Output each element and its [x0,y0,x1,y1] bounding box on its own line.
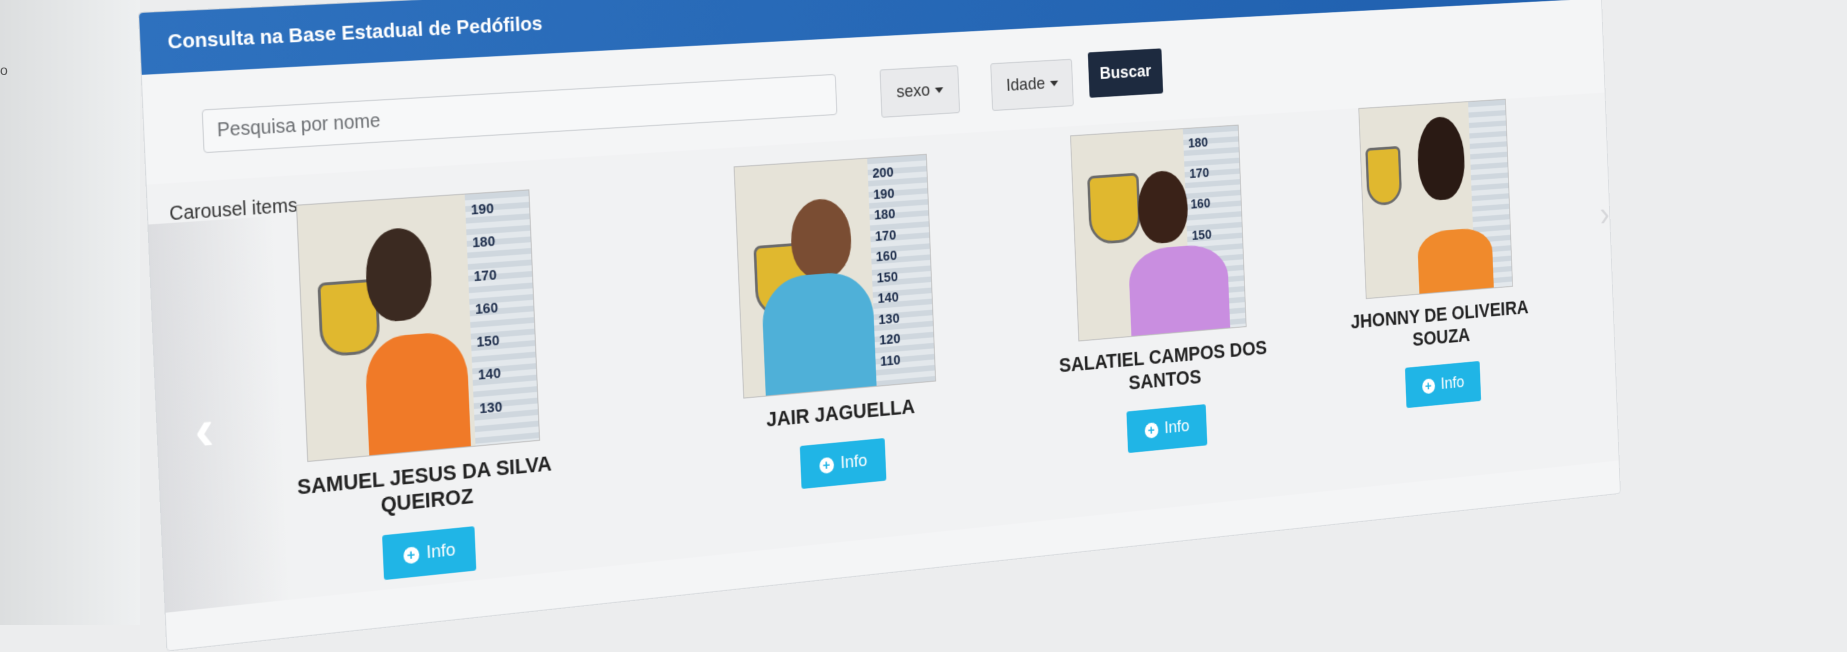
mugshot-photo: 200 190 180 170 160 150 140 130 120 110 [733,154,935,399]
scale-mark: 130 [878,310,900,327]
scale-mark: 180 [1188,135,1208,152]
caret-down-icon [935,87,944,93]
info-button-label: Info [840,451,868,474]
results-carousel: Carousel items ‹ › 190 180 170 160 150 140 130… [147,93,1619,613]
person-head [1137,169,1189,245]
height-scale: 190 180 170 160 150 140 130 [465,190,539,445]
scale-mark: 170 [875,227,897,244]
stray-mark: o [0,62,8,78]
idade-dropdown[interactable]: Idade [990,59,1073,111]
scale-mark: 110 [880,352,901,369]
person-name: SAMUEL JESUS DA SILVA QUEIROZ [276,449,574,528]
scale-mark: 170 [1189,165,1209,182]
scale-mark: 180 [472,233,496,251]
person-shirt [760,270,876,396]
plus-circle-icon: + [1422,378,1435,394]
person-name: SALATIEL CAMPOS DOS SANTOS [1035,334,1291,404]
search-panel: Consulta na Base Estadual de Pedófilos s… [138,0,1621,652]
scale-mark: 170 [473,266,497,284]
info-button[interactable]: + Info [382,526,477,580]
info-button-label: Info [1164,416,1190,438]
scale-mark: 160 [1190,196,1210,213]
height-scale: 200 190 180 170 160 150 140 130 120 110 [867,155,935,386]
scale-mark: 150 [1192,226,1212,243]
plus-circle-icon: + [403,546,419,564]
carousel-item: 180170160150140130 SALATIEL CAMPOS DOS S… [1026,122,1293,462]
person-shirt [364,330,471,455]
carousel-item: 200 190 180 170 160 150 140 130 120 110 JAIR JAGU… [693,151,978,498]
info-button[interactable]: + Info [1126,404,1207,453]
info-button[interactable]: + Info [1405,361,1482,408]
info-button[interactable]: + Info [799,438,886,489]
police-badge-icon [1365,146,1402,206]
scale-mark: 190 [873,185,895,202]
scale-mark: 200 [872,164,894,181]
scale-mark: 160 [876,248,898,265]
idade-dropdown-label: Idade [1006,74,1046,96]
person-head [364,226,433,323]
scale-mark: 180 [874,206,896,223]
search-input[interactable] [202,74,838,153]
buscar-button[interactable]: Buscar [1088,48,1163,97]
sexo-dropdown-label: sexo [896,81,930,103]
info-button-label: Info [426,540,456,564]
chevron-left-icon: ‹ [193,394,215,464]
chevron-right-icon[interactable]: › [1599,195,1610,234]
carousel-item: 190 180 170 160 150 140 130 SAMUEL JESUS DA SI… [264,187,576,590]
person-name: JHONNY DE OLIVEIRA SOUZA [1319,293,1560,359]
info-button-label: Info [1440,373,1464,394]
scale-mark: 150 [476,333,500,351]
mugshot-photo: 180170160150140130 [1070,125,1246,342]
mugshot-photo: 190 180 170 160 150 140 130 [296,189,540,462]
police-badge-icon [1087,173,1141,245]
person-shirt [1128,243,1230,336]
plus-circle-icon: + [819,456,834,473]
plus-circle-icon: + [1144,422,1158,439]
sexo-dropdown[interactable]: sexo [880,65,960,118]
monitor-bezel-area [0,0,140,625]
panel-title: Consulta na Base Estadual de Pedófilos [167,12,543,54]
caret-down-icon [1050,81,1058,87]
scale-mark: 130 [479,399,503,417]
scale-mark: 160 [475,300,499,318]
mugshot-photo [1358,99,1513,299]
scale-mark: 190 [471,200,495,218]
scale-mark: 150 [876,268,898,285]
scale-mark: 120 [879,331,901,348]
scale-mark: 140 [877,289,899,306]
scale-mark: 140 [478,366,502,384]
carousel-item: JHONNY DE OLIVEIRA SOUZA + Info [1311,96,1562,416]
person-head [789,197,852,281]
person-shirt [1417,227,1494,294]
person-head [1416,116,1466,202]
